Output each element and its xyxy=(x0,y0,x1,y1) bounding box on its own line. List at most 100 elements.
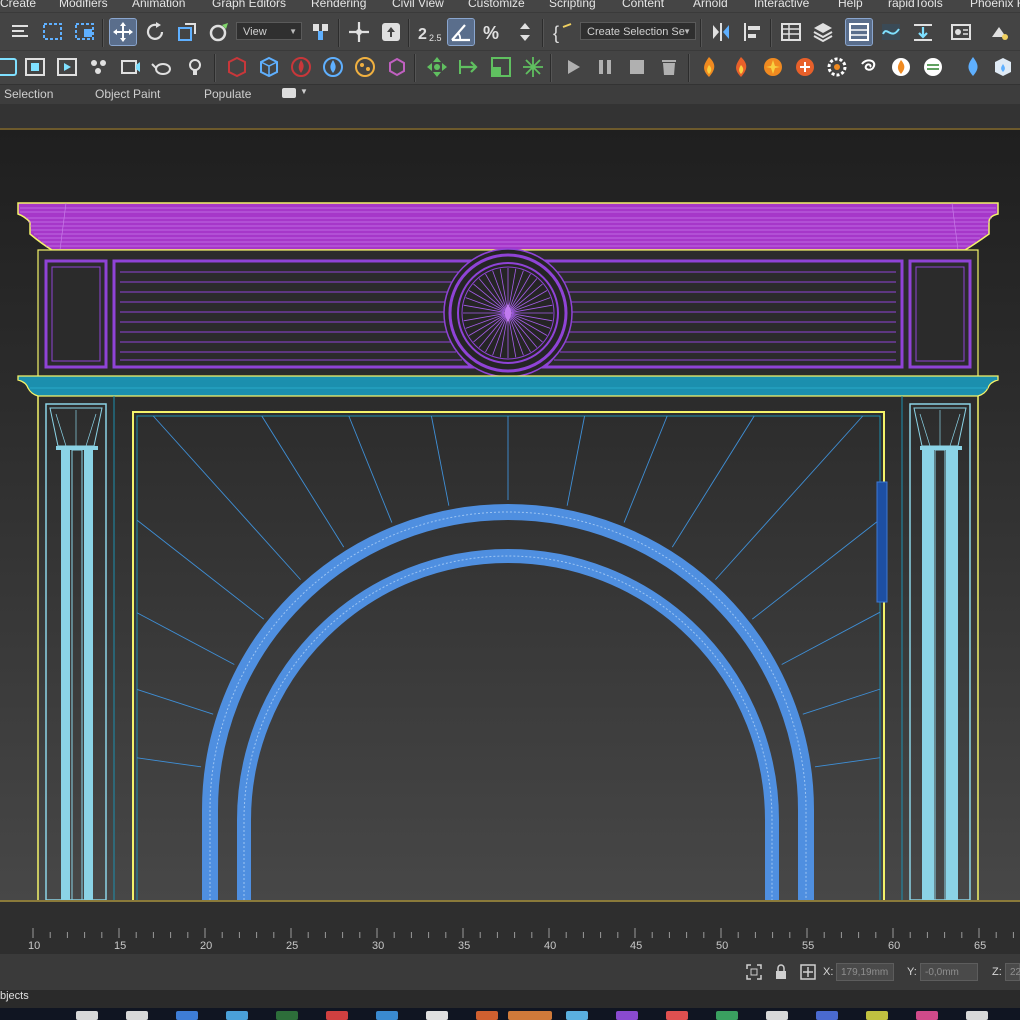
taskbar-app-icon[interactable] xyxy=(126,1011,148,1020)
select-move-icon[interactable] xyxy=(109,18,137,46)
tab-selection[interactable]: Selection xyxy=(4,87,53,101)
menu-phoenix[interactable]: Phoenix F xyxy=(970,0,1020,10)
scene-explorer-icon[interactable] xyxy=(845,18,873,46)
rotate-icon[interactable] xyxy=(142,19,168,45)
menu-civil-view[interactable]: Civil View xyxy=(392,0,444,10)
layer-icon[interactable] xyxy=(778,19,804,45)
menu-customize[interactable]: Customize xyxy=(468,0,525,10)
taskbar-app-icon[interactable] xyxy=(326,1011,348,1020)
mirror-icon[interactable] xyxy=(708,19,734,45)
menu-rendering[interactable]: Rendering xyxy=(311,0,366,10)
taskbar-app-icon[interactable] xyxy=(816,1011,838,1020)
tab-object-paint[interactable]: Object Paint xyxy=(95,87,160,101)
menu-lines-icon[interactable] xyxy=(8,19,34,45)
menu-create[interactable]: Create xyxy=(0,0,36,10)
y-coordinate-field[interactable]: -0,0mm xyxy=(920,963,978,981)
menu-graph-editors[interactable]: Graph Editors xyxy=(212,0,286,10)
curly-brace-icon[interactable]: { xyxy=(550,19,576,45)
taskbar-app-icon[interactable] xyxy=(716,1011,738,1020)
viewport-layout-icon[interactable] xyxy=(22,54,48,80)
menu-animation[interactable]: Animation xyxy=(132,0,185,10)
isolate-selection-icon[interactable] xyxy=(746,964,762,980)
menu-arnold[interactable]: Arnold xyxy=(693,0,728,10)
particle-flow-icon[interactable] xyxy=(352,54,378,80)
phoenix-burst-icon[interactable] xyxy=(792,54,818,80)
menu-scripting[interactable]: Scripting xyxy=(549,0,596,10)
play-icon[interactable] xyxy=(560,54,586,80)
viewport-front[interactable] xyxy=(0,130,1020,900)
taskbar-app-icon[interactable] xyxy=(276,1011,298,1020)
camera-icon[interactable] xyxy=(118,54,144,80)
phoenix-swirl-icon[interactable] xyxy=(856,54,882,80)
snap-icon[interactable]: 2 2.5 xyxy=(416,19,442,45)
light-icon[interactable] xyxy=(182,54,208,80)
phoenix-fire-icon[interactable] xyxy=(728,54,754,80)
trash-icon[interactable] xyxy=(656,54,682,80)
named-selection-sets-dropdown[interactable]: Create Selection Se ▼ xyxy=(580,22,696,40)
spinner-snap-icon[interactable] xyxy=(512,19,538,45)
lock-icon[interactable] xyxy=(774,964,788,980)
burst-icon[interactable] xyxy=(520,54,546,80)
teapot-icon[interactable] xyxy=(150,54,176,80)
taskbar-app-icon[interactable] xyxy=(966,1011,988,1020)
move-gizmo-icon[interactable] xyxy=(424,54,450,80)
menu-help[interactable]: Help xyxy=(838,0,863,10)
z-coordinate-field[interactable]: 22 xyxy=(1005,963,1020,981)
selected-object[interactable] xyxy=(876,481,888,603)
pivot-center-icon[interactable] xyxy=(308,19,334,45)
phoenix-layer-icon[interactable] xyxy=(920,54,946,80)
x-coordinate-field[interactable]: 179,19mm xyxy=(836,963,894,981)
menu-modifiers[interactable]: Modifiers xyxy=(59,0,108,10)
taskbar-app-icon[interactable] xyxy=(376,1011,398,1020)
select-manipulate-icon[interactable] xyxy=(346,19,372,45)
cube-icon[interactable] xyxy=(224,54,250,80)
render-setup-icon[interactable] xyxy=(986,19,1012,45)
absolute-mode-icon[interactable] xyxy=(800,964,816,980)
window-crossing-icon[interactable] xyxy=(72,19,98,45)
viewport-icon[interactable] xyxy=(0,54,20,80)
chevron-down-icon[interactable]: ▼ xyxy=(300,87,308,96)
menu-interactive[interactable]: Interactive xyxy=(754,0,809,10)
render-frame-icon[interactable] xyxy=(54,54,80,80)
phoenix-flame-icon[interactable] xyxy=(888,54,914,80)
select-region-icon[interactable] xyxy=(40,19,66,45)
menu-content[interactable]: Content xyxy=(622,0,664,10)
menu-rapidtools[interactable]: rapidTools xyxy=(888,0,943,10)
particle-view-icon[interactable] xyxy=(86,54,112,80)
dope-sheet-icon[interactable] xyxy=(910,19,936,45)
taskbar-app-icon[interactable] xyxy=(916,1011,938,1020)
scale-icon[interactable] xyxy=(174,19,200,45)
link-icon[interactable] xyxy=(206,19,232,45)
phoenix-fire-icon[interactable] xyxy=(696,54,722,80)
percent-snap-icon[interactable]: % xyxy=(480,19,506,45)
stop-icon[interactable] xyxy=(624,54,650,80)
tab-populate[interactable]: Populate xyxy=(204,87,251,101)
taskbar-app-icon[interactable] xyxy=(176,1011,198,1020)
taskbar-app-icon[interactable] xyxy=(226,1011,248,1020)
bounding-box-icon[interactable] xyxy=(384,54,410,80)
liquid-box-icon[interactable] xyxy=(990,54,1016,80)
taskbar-app-icon[interactable] xyxy=(666,1011,688,1020)
taskbar-app-active[interactable] xyxy=(508,1011,552,1020)
taskbar-app-icon[interactable] xyxy=(616,1011,638,1020)
taskbar-app-icon[interactable] xyxy=(476,1011,498,1020)
box-icon[interactable] xyxy=(256,54,282,80)
explorer-icon[interactable] xyxy=(810,19,836,45)
phoenix-burst-icon[interactable] xyxy=(760,54,786,80)
liquid-drop-icon[interactable] xyxy=(960,54,986,80)
taskbar-app-icon[interactable] xyxy=(866,1011,888,1020)
material-icon[interactable] xyxy=(948,19,974,45)
arrow-right-icon[interactable] xyxy=(456,54,482,80)
taskbar-app-icon[interactable] xyxy=(766,1011,788,1020)
angle-snap-icon[interactable] xyxy=(447,18,475,46)
keyboard-shortcut-icon[interactable] xyxy=(378,19,404,45)
reference-coordinate-dropdown[interactable]: View ▼ xyxy=(236,22,302,40)
curve-editor-icon[interactable] xyxy=(878,19,904,45)
taskbar-app-icon[interactable] xyxy=(426,1011,448,1020)
taskbar-app-icon[interactable] xyxy=(76,1011,98,1020)
ribbon-options-icon[interactable] xyxy=(282,88,296,98)
align-icon[interactable] xyxy=(740,19,766,45)
grid-icon[interactable] xyxy=(488,54,514,80)
fire-icon[interactable] xyxy=(288,54,314,80)
phoenix-gear-icon[interactable] xyxy=(824,54,850,80)
